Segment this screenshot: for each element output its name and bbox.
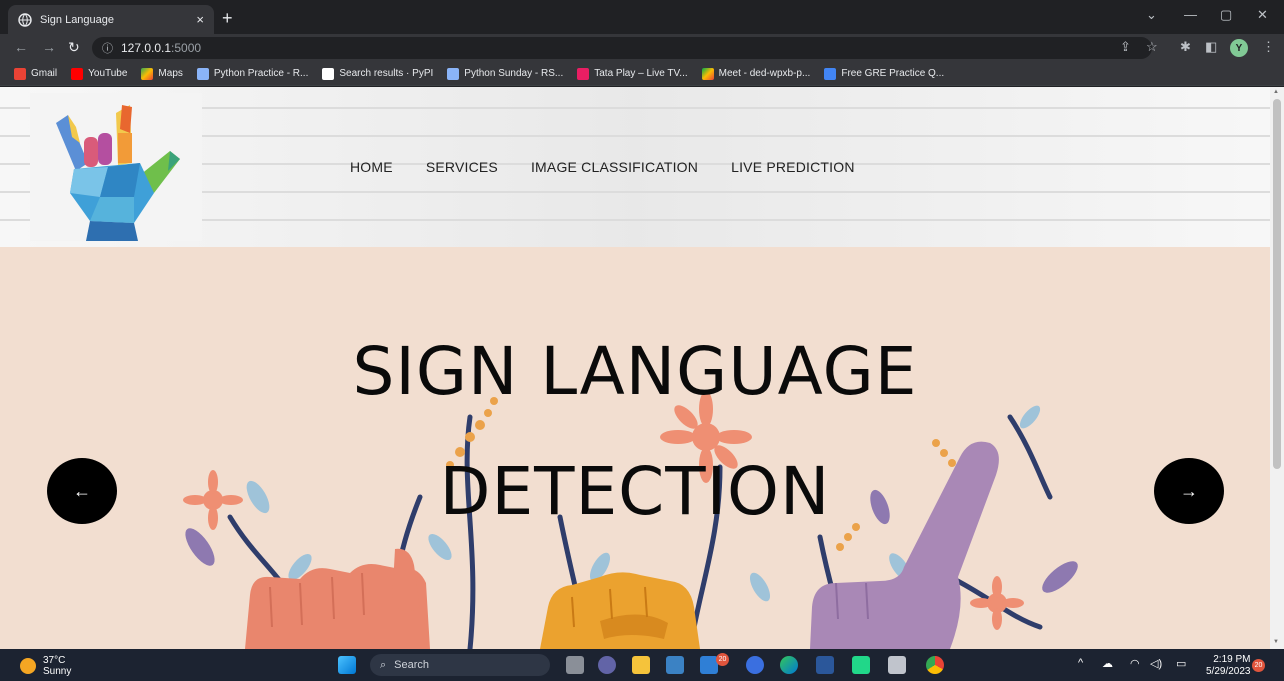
- onedrive-cloud-icon[interactable]: ☁: [1102, 657, 1113, 670]
- hero-illustration: [183, 391, 1078, 649]
- pycharm-icon[interactable]: [852, 656, 870, 674]
- notification-badge[interactable]: 20: [1252, 659, 1265, 672]
- prev-slide-button[interactable]: ←: [47, 458, 117, 524]
- search-placeholder: Search: [394, 659, 430, 671]
- reload-icon[interactable]: ↻: [68, 39, 80, 56]
- microsoft-store-icon[interactable]: [666, 656, 684, 674]
- word-icon[interactable]: [816, 656, 834, 674]
- snipping-tool-icon[interactable]: [888, 656, 906, 674]
- nav-image-classification[interactable]: IMAGE CLASSIFICATION: [531, 159, 698, 175]
- mail-badge: 20: [716, 653, 729, 666]
- maximize-icon[interactable]: ▢: [1220, 7, 1232, 23]
- search-icon: ⌕: [380, 658, 387, 671]
- page-icon: [196, 67, 209, 80]
- pypi-cube-icon: [322, 67, 335, 80]
- task-view-icon[interactable]: [566, 656, 584, 674]
- hero-title-line1: SIGN LANGUAGE: [352, 333, 918, 410]
- bookmark-gmail[interactable]: Gmail: [14, 67, 57, 80]
- scrollbar-thumb[interactable]: [1273, 99, 1281, 469]
- profile-avatar[interactable]: Y: [1230, 39, 1248, 57]
- url-host: 127.0.0.1: [121, 41, 172, 55]
- weather-widget[interactable]: 37°C Sunny: [20, 655, 71, 677]
- close-window-icon[interactable]: ✕: [1257, 7, 1268, 23]
- bookmark-meet[interactable]: Meet - ded-wpxb-p...: [701, 67, 810, 80]
- rainbow-hand-icon: [56, 105, 180, 241]
- tab-search-chevron-icon[interactable]: ⌄: [1146, 7, 1157, 23]
- bookmark-python-sunday[interactable]: Python Sunday - RS...: [447, 67, 563, 80]
- battery-icon[interactable]: ▭: [1176, 657, 1186, 670]
- forward-icon[interactable]: →: [42, 39, 56, 55]
- extensions-icon[interactable]: ✱: [1180, 39, 1191, 55]
- bookmark-youtube[interactable]: YouTube: [71, 67, 127, 80]
- back-icon[interactable]: ←: [14, 39, 28, 55]
- browser-window: Sign Language × + ⌄ — ▢ ✕ ← → ↻ ⓘ 127.0.…: [0, 0, 1284, 681]
- bookmark-maps[interactable]: Maps: [141, 67, 183, 80]
- close-tab-icon[interactable]: ×: [196, 12, 204, 27]
- taskbar-search[interactable]: ⌕ Search: [370, 654, 550, 676]
- gmail-icon: [14, 67, 26, 80]
- browser-toolbar: ← → ↻ ⓘ 127.0.0.1:5000 ⇪ ☆ ✱ ◧ Y ⋮: [0, 34, 1284, 62]
- teams-chat-icon[interactable]: [598, 656, 616, 674]
- url-port: :5000: [171, 41, 202, 55]
- new-tab-icon[interactable]: +: [222, 8, 233, 28]
- tata-play-icon: [577, 67, 590, 80]
- bookmark-free-gre[interactable]: Free GRE Practice Q...: [824, 67, 944, 80]
- hero-title-line2: DETECTION: [439, 453, 831, 530]
- weather-temp: 37°C: [43, 655, 66, 666]
- tab-sign-language[interactable]: Sign Language ×: [8, 5, 214, 34]
- hero-slider: SIGN LANGUAGE DETECTION ← →: [0, 247, 1270, 649]
- media-player-icon[interactable]: [746, 656, 764, 674]
- sign-language-logo[interactable]: [30, 93, 202, 241]
- address-bar[interactable]: ⓘ 127.0.0.1:5000: [92, 37, 1152, 59]
- show-hidden-icons-chevron[interactable]: ^: [1078, 657, 1083, 669]
- tab-strip: Sign Language × + ⌄ — ▢ ✕: [0, 0, 1284, 34]
- bookmarks-bar: Gmail YouTube Maps Python Practice - R..…: [0, 62, 1284, 86]
- bookmark-star-icon[interactable]: ☆: [1146, 39, 1158, 55]
- nav-services[interactable]: SERVICES: [426, 159, 498, 175]
- clock-date: 5/29/2023: [1206, 666, 1251, 677]
- edge-browser-icon[interactable]: [780, 656, 798, 674]
- page-scrollbar[interactable]: ▲ ▼: [1270, 87, 1284, 649]
- next-slide-button[interactable]: →: [1154, 458, 1224, 524]
- arrow-left-icon: ←: [73, 480, 91, 501]
- youtube-icon: [71, 67, 84, 80]
- globe-icon: [18, 12, 32, 27]
- nav-home[interactable]: HOME: [350, 159, 393, 175]
- bookmark-tata-play[interactable]: Tata Play – Live TV...: [577, 67, 688, 80]
- site-header: HOME SERVICES IMAGE CLASSIFICATION LIVE …: [0, 87, 1270, 247]
- scroll-down-icon[interactable]: ▼: [1273, 639, 1279, 645]
- wifi-icon[interactable]: ◠: [1130, 657, 1140, 670]
- chrome-icon[interactable]: [926, 656, 944, 674]
- page-icon: [447, 67, 460, 80]
- sun-icon: [20, 658, 36, 674]
- gre-icon: [824, 67, 837, 80]
- site-info-icon[interactable]: ⓘ: [102, 40, 113, 56]
- share-icon[interactable]: ⇪: [1120, 39, 1131, 55]
- bookmark-python-practice[interactable]: Python Practice - R...: [196, 67, 308, 80]
- nav-live-prediction[interactable]: LIVE PREDICTION: [731, 159, 855, 175]
- main-nav: HOME SERVICES IMAGE CLASSIFICATION LIVE …: [350, 159, 855, 175]
- meet-icon: [701, 67, 714, 80]
- minimize-icon[interactable]: —: [1184, 7, 1197, 22]
- scroll-up-icon[interactable]: ▲: [1273, 89, 1279, 95]
- web-page: HOME SERVICES IMAGE CLASSIFICATION LIVE …: [0, 87, 1270, 649]
- weather-condition: Sunny: [43, 666, 72, 677]
- windows-start-icon[interactable]: [338, 656, 356, 674]
- clock-time: 2:19 PM: [1213, 654, 1251, 665]
- maps-icon: [141, 67, 154, 80]
- menu-kebab-icon[interactable]: ⋮: [1262, 39, 1275, 55]
- file-explorer-icon[interactable]: [632, 656, 650, 674]
- side-panel-icon[interactable]: ◧: [1205, 39, 1217, 55]
- system-clock[interactable]: 2:19 PM 5/29/2023: [1206, 654, 1251, 678]
- arrow-right-icon: →: [1180, 480, 1198, 501]
- volume-icon[interactable]: ◁): [1150, 657, 1162, 670]
- windows-taskbar: 37°C Sunny ⌕ Search 20 ^ ☁ ◠ ◁) ▭ 2:19 P…: [0, 649, 1284, 681]
- bookmark-pypi[interactable]: Search results · PyPI: [322, 67, 433, 80]
- tab-title: Sign Language: [40, 13, 115, 26]
